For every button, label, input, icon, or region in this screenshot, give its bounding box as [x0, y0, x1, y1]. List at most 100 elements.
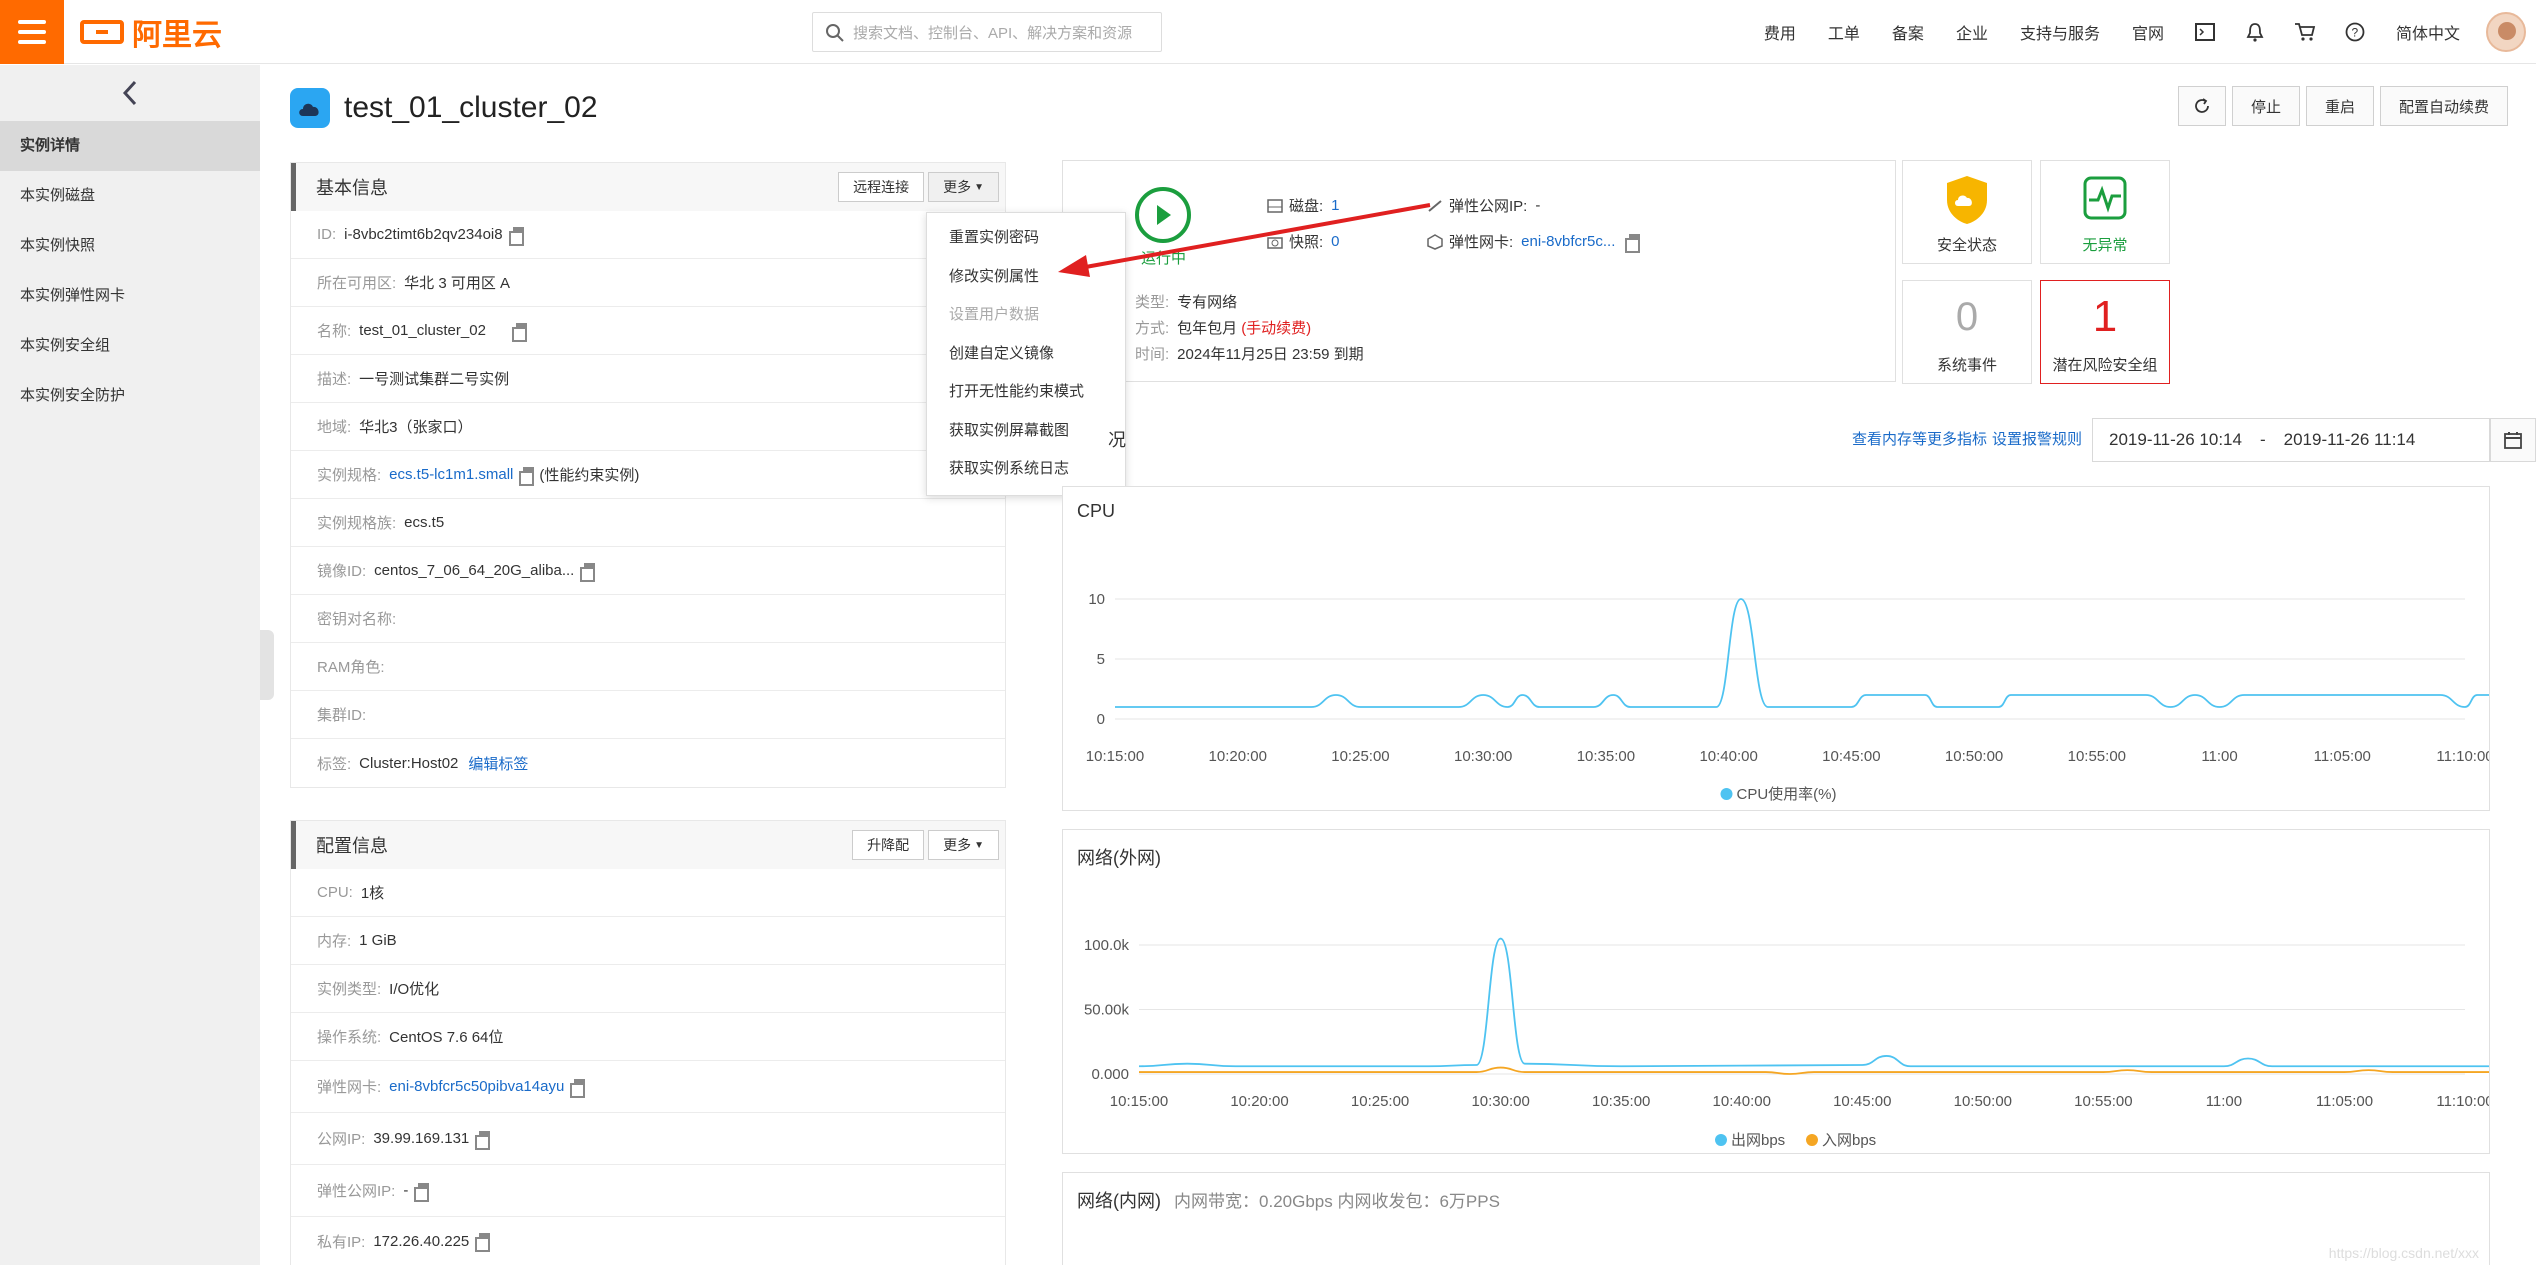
- nav-support[interactable]: 支持与服务: [2004, 20, 2116, 44]
- billing-info: 方式: 包年包月 (手动续费): [1135, 317, 1311, 338]
- calendar-button[interactable]: [2490, 418, 2536, 462]
- y-tick-label: 5: [1097, 651, 1105, 668]
- auto-renew-button[interactable]: 配置自动续费: [2379, 86, 2508, 126]
- more-metrics-link[interactable]: 查看内存等更多指标: [1852, 428, 1987, 449]
- aliyun-logo-icon: [80, 20, 124, 44]
- x-tick-label: 10:30:00: [1471, 1093, 1529, 1110]
- help-icon[interactable]: ?: [2330, 22, 2380, 42]
- basic-info-title: 基本信息: [316, 178, 388, 198]
- sidebar-item-disks[interactable]: 本实例磁盘: [0, 171, 260, 221]
- cpu-chart-panel: CPU 0 5 10 10:15:00 10:20:00 10:25:00 10:30:00…: [1062, 486, 2515, 811]
- health-status-label: 无异常: [2082, 237, 2128, 254]
- label-zone: 所在可用区:: [317, 275, 397, 292]
- value-spec-link[interactable]: ecs.t5-lc1m1.small: [389, 466, 513, 483]
- sidebar-item-eni[interactable]: 本实例弹性网卡: [0, 271, 260, 321]
- security-status-card[interactable]: 安全状态: [1902, 160, 2032, 264]
- stop-button[interactable]: 停止: [2231, 86, 2300, 126]
- config-info-title: 配置信息: [316, 836, 388, 856]
- nav-website[interactable]: 官网: [2116, 20, 2180, 44]
- copy-icon[interactable]: [519, 466, 535, 486]
- row-tags: 标签: Cluster:Host02 编辑标签: [291, 739, 1005, 787]
- sidebar-item-security-protection[interactable]: 本实例安全防护: [0, 371, 260, 421]
- page-title: test_01_cluster_02: [344, 91, 598, 124]
- series-line: [1138, 937, 2514, 1068]
- row-name: 名称: test_01_cluster_02: [291, 307, 1005, 355]
- copy-icon[interactable]: [475, 1130, 491, 1150]
- label-cpu: CPU:: [317, 884, 353, 901]
- back-button[interactable]: [0, 65, 260, 121]
- value-eni-link[interactable]: eni-8vbfcr5c50pibva14ayu: [389, 1078, 564, 1095]
- copy-icon[interactable]: [1625, 233, 1641, 253]
- sidebar-item-instance-details[interactable]: 实例详情: [0, 121, 260, 171]
- legend-marker: [1720, 788, 1733, 800]
- sidebar-collapse-handle[interactable]: [260, 630, 274, 700]
- manual-renew-link[interactable]: (手动续费): [1241, 320, 1311, 337]
- avatar[interactable]: [2486, 12, 2526, 52]
- expiry-info: 时间: 2024年11月25日 23:59 到期: [1135, 343, 1364, 364]
- copy-icon[interactable]: [570, 1078, 586, 1098]
- menu-icon[interactable]: [0, 0, 64, 64]
- label-image: 镜像ID:: [317, 563, 367, 580]
- copy-icon[interactable]: [475, 1233, 491, 1252]
- risk-security-group-card[interactable]: 1 潜在风险安全组: [2040, 280, 2170, 384]
- menu-get-screenshot[interactable]: 获取实例屏幕截图: [927, 412, 1125, 451]
- copy-icon[interactable]: [414, 1182, 430, 1202]
- x-tick-label: 10:40:00: [1713, 1093, 1771, 1110]
- cpu-chart: 0 5 10 10:15:00 10:20:00 10:25:00 10:30:00 10:3…: [1086, 591, 2515, 803]
- sidebar-item-security-groups[interactable]: 本实例安全组: [0, 321, 260, 371]
- cart-icon[interactable]: [2280, 22, 2330, 42]
- x-tick-label: 11:05:00: [2316, 1093, 2373, 1110]
- menu-create-custom-image[interactable]: 创建自定义镜像: [927, 335, 1125, 374]
- label-instance-type: 实例类型:: [317, 981, 382, 998]
- nav-enterprise[interactable]: 企业: [1940, 20, 2004, 44]
- page-header: test_01_cluster_02: [290, 88, 598, 128]
- sidebar-item-snapshots[interactable]: 本实例快照: [0, 221, 260, 271]
- terminal-icon[interactable]: [2180, 23, 2230, 41]
- x-tick-label: 10:50:00: [1945, 748, 2003, 765]
- nav-tickets[interactable]: 工单: [1812, 20, 1876, 44]
- upgrade-button[interactable]: 升降配: [852, 830, 925, 860]
- menu-get-system-log[interactable]: 获取实例系统日志: [927, 450, 1125, 489]
- svg-text:?: ?: [2351, 26, 2358, 40]
- alarm-rules-link[interactable]: 设置报警规则: [1992, 428, 2082, 449]
- copy-icon[interactable]: [508, 226, 525, 246]
- eni-link[interactable]: eni-8vbfcr5c...: [1521, 233, 1615, 250]
- eni-info: 弹性网卡: eni-8vbfcr5c...: [1427, 231, 1641, 253]
- top-bar: 阿里云 搜索文档、控制台、API、解决方案和资源 费用 工单 备案 企业 支持与…: [0, 0, 2536, 64]
- eip-value: -: [1535, 197, 1541, 214]
- x-tick-label: 10:55:00: [2074, 1093, 2132, 1110]
- row-spec-family: 实例规格族: ecs.t5: [291, 499, 1005, 547]
- edit-name-icon[interactable]: [511, 322, 528, 342]
- nav-icp[interactable]: 备案: [1876, 20, 1940, 44]
- bell-icon[interactable]: [2230, 22, 2280, 42]
- restart-button[interactable]: 重启: [2305, 86, 2374, 126]
- billing-label: 方式:: [1135, 320, 1170, 337]
- refresh-button[interactable]: [2177, 86, 2226, 126]
- date-range-picker[interactable]: 2019-11-26 10:14 - 2019-11-26 11:14: [2092, 418, 2490, 462]
- label-spec-family: 实例规格族:: [317, 515, 397, 532]
- aliyun-logo[interactable]: 阿里云: [80, 14, 222, 52]
- copy-icon[interactable]: [580, 562, 596, 582]
- menu-unlimited-mode[interactable]: 打开无性能约束模式: [927, 373, 1125, 412]
- y-tick-label: 50.00k: [1084, 1002, 1130, 1019]
- nav-fees[interactable]: 费用: [1748, 20, 1812, 44]
- value-eip: -: [403, 1182, 409, 1199]
- private-network-title-text: 网络(内网): [1077, 1191, 1161, 1211]
- x-tick-label: 10:20:00: [1209, 748, 1267, 765]
- chevron-left-icon: [122, 80, 137, 106]
- x-tick-label: 10:50:00: [1954, 1093, 2012, 1110]
- y-tick-label: 0: [1097, 711, 1105, 728]
- x-tick-label: 11:00: [2201, 748, 2237, 765]
- edit-tags-link[interactable]: 编辑标签: [468, 753, 528, 774]
- legend-label: 出网bps: [1731, 1132, 1785, 1149]
- system-events-card[interactable]: 0 系统事件: [1902, 280, 2032, 384]
- config-more-button[interactable]: 更多 ▼: [928, 830, 999, 860]
- basic-more-button[interactable]: 更多 ▼: [928, 172, 999, 202]
- remote-connect-button[interactable]: 远程连接: [838, 172, 925, 202]
- label-private-ip: 私有IP:: [317, 1233, 366, 1251]
- label-memory: 内存:: [317, 933, 352, 950]
- search-input[interactable]: 搜索文档、控制台、API、解决方案和资源: [812, 12, 1162, 52]
- lang-switch[interactable]: 简体中文: [2380, 20, 2476, 44]
- shield-icon: [1947, 176, 1987, 224]
- health-status-card[interactable]: 无异常: [2040, 160, 2170, 264]
